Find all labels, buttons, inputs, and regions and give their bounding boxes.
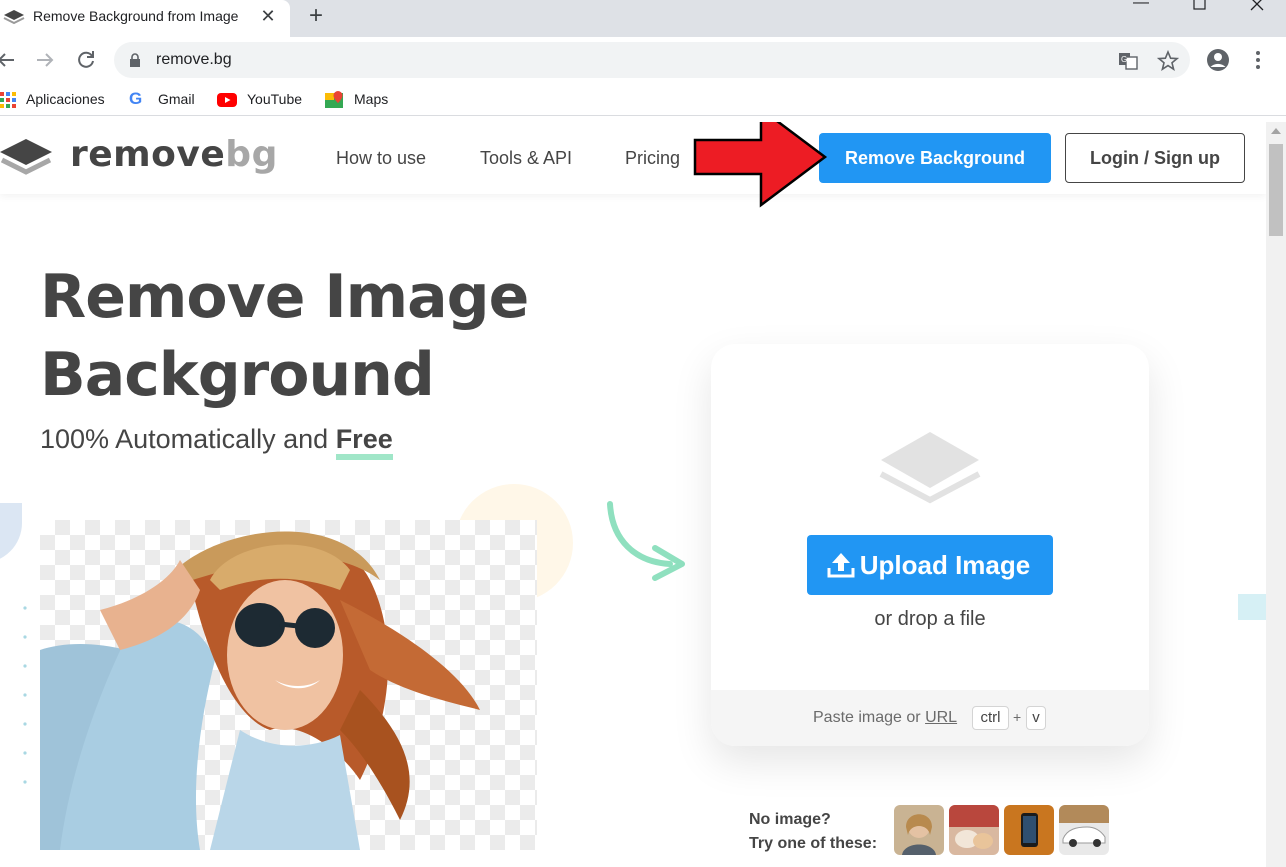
remove-background-button[interactable]: Remove Background [819,133,1051,183]
lock-icon[interactable] [128,53,142,67]
apps-grid-icon[interactable] [0,92,16,108]
address-bar[interactable]: remove.bg G [114,42,1190,78]
sample-car-icon [1059,805,1109,847]
nav-pricing[interactable]: Pricing [625,148,680,169]
page-scrollbar[interactable] [1266,122,1286,867]
kbd-v: v [1026,706,1046,730]
tab-title: Remove Background from Image [33,8,239,24]
translate-icon[interactable]: G [1117,50,1139,72]
sample-images-prompt: No image? Try one of these: [749,808,877,856]
green-curved-arrow-icon [607,501,685,581]
drop-file-text: or drop a file [874,608,986,630]
paste-footer: Paste image or URL ctrl + v [711,690,1149,746]
hero-title: Remove Image Background [40,258,640,414]
browser-toolbar: remove.bg G [0,37,1286,83]
bookmark-aplicaciones[interactable]: Aplicaciones [26,91,105,107]
more-options-icon[interactable] [1248,49,1268,71]
sample-thumb-woman[interactable] [894,805,944,855]
login-signup-button[interactable]: Login / Sign up [1065,133,1245,183]
new-tab-button[interactable]: + [304,4,328,28]
upload-icon [827,553,855,578]
red-annotation-arrow [693,122,828,208]
bookmark-maps[interactable]: Maps [354,91,388,107]
removebg-logo-icon[interactable] [0,137,54,179]
hero-subtitle-prefix: 100% Automatically and [40,424,336,454]
scroll-thumb[interactable] [1269,144,1283,236]
svg-text:G: G [1121,55,1127,64]
nav-how-to-use[interactable]: How to use [336,148,426,169]
bookmark-youtube[interactable]: YouTube [247,91,302,107]
tab-strip: Remove Background from Image ✕ + — [0,0,1286,37]
removebg-favicon-icon [3,10,25,25]
bookmarks-bar: Aplicaciones G Gmail YouTube Maps [0,83,1286,116]
forward-arrow-icon[interactable] [33,48,57,72]
close-window-icon[interactable] [1234,0,1280,20]
sample-animals-icon [949,805,999,849]
browser-tab[interactable]: Remove Background from Image ✕ [0,0,290,37]
youtube-icon [217,93,237,107]
try-one-text: Try one of these: [749,835,878,852]
upload-image-button[interactable]: Upload Image [807,535,1053,595]
upload-button-label: Upload Image [859,550,1031,580]
paste-url-link[interactable]: URL [925,709,957,726]
kbd-ctrl: ctrl [972,706,1009,730]
hero-sample-photo [40,520,537,850]
page-viewport: removebg How to use Tools & API Pricing … [0,122,1266,867]
scroll-up-arrow-icon[interactable] [1271,128,1281,134]
brand-wordmark[interactable]: removebg [70,134,278,175]
hero-title-line1: Remove Image [40,262,529,332]
no-image-text: No image? [749,811,831,828]
reload-icon[interactable] [74,48,98,72]
sample-thumb-car[interactable] [1059,805,1109,855]
bookmark-star-icon[interactable] [1157,50,1179,72]
hero-title-line2: Background [40,340,435,410]
maps-pin-icon [325,91,343,108]
back-arrow-icon[interactable] [0,48,18,72]
profile-avatar-icon[interactable] [1205,47,1231,73]
sample-phone-icon [1021,813,1038,847]
upload-card: Upload Image or drop a file Paste image … [711,344,1149,746]
decor-square-cyan [1238,594,1266,620]
google-g-icon: G [129,89,143,108]
site-header: removebg How to use Tools & API Pricing … [0,122,1266,194]
nav-tools-api[interactable]: Tools & API [480,148,572,169]
sample-woman-icon [902,814,936,855]
url-text[interactable]: remove.bg [156,51,232,69]
decor-blob-blue [0,503,22,563]
sample-thumb-animals[interactable] [949,805,999,855]
sample-thumb-phone[interactable] [1004,805,1054,855]
woman-with-hat-illustration [40,531,480,850]
decor-dots [23,606,27,784]
maximize-window-icon[interactable] [1176,0,1222,20]
hero-subtitle: 100% Automatically and Free [40,424,393,460]
minimize-window-icon[interactable]: — [1118,0,1164,18]
brand-main: remove [70,134,226,175]
layers-placeholder-icon [879,432,981,504]
bookmark-gmail[interactable]: Gmail [158,91,195,107]
kbd-plus: + [1013,709,1022,725]
paste-instructions: Paste image or URL [813,709,957,727]
brand-accent: bg [225,134,278,175]
paste-prefix: Paste image or [813,709,926,726]
tab-close-icon[interactable]: ✕ [258,6,278,26]
hero-subtitle-free: Free [335,424,393,460]
